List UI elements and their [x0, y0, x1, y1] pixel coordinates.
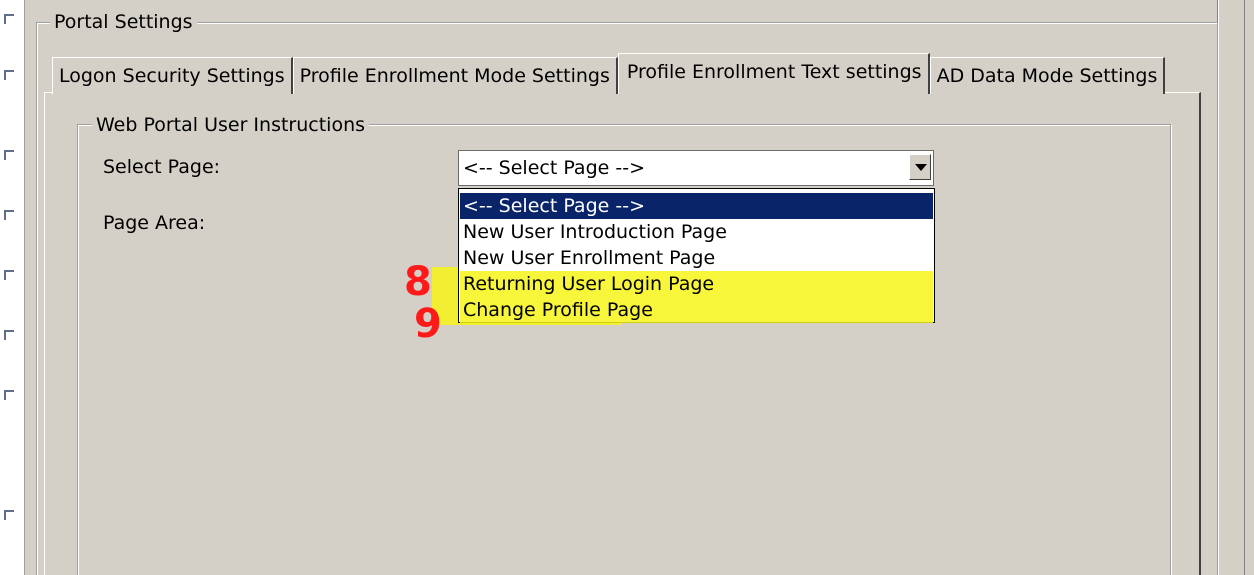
dropdown-button[interactable]: [909, 154, 931, 180]
edge-glyph: [4, 210, 14, 220]
option-change-profile-page[interactable]: Change Profile Page: [460, 297, 933, 323]
divider: [1244, 0, 1245, 575]
left-window-edge: [0, 0, 25, 575]
edge-glyph: [4, 330, 14, 340]
chevron-down-icon: [915, 164, 927, 171]
select-page-value: <-- Select Page -->: [463, 157, 645, 179]
option-new-user-enrollment-page[interactable]: New User Enrollment Page: [460, 245, 933, 271]
tab-logon-security-settings[interactable]: Logon Security Settings: [52, 57, 293, 94]
tab-profile-enrollment-mode-settings[interactable]: Profile Enrollment Mode Settings: [292, 57, 618, 94]
annotation-number-8: 8: [404, 259, 432, 305]
web-portal-user-instructions-title: Web Portal User Instructions: [92, 114, 370, 136]
portal-settings-title: Portal Settings: [50, 11, 197, 33]
edge-glyph: [4, 270, 14, 280]
select-page-dropdown-list: <-- Select Page --> New User Introductio…: [458, 188, 935, 323]
option-select-page[interactable]: <-- Select Page -->: [460, 193, 933, 219]
tab-strip: Logon Security Settings Profile Enrollme…: [52, 53, 1166, 94]
edge-glyph: [4, 14, 14, 24]
annotation-number-9: 9: [414, 301, 442, 347]
edge-glyph: [4, 390, 14, 400]
select-page-combobox[interactable]: <-- Select Page -->: [458, 150, 934, 186]
edge-glyph: [4, 510, 14, 520]
tab-ad-data-mode-settings[interactable]: AD Data Mode Settings: [929, 57, 1166, 94]
page-area-label: Page Area:: [103, 212, 206, 234]
select-page-label: Select Page:: [103, 156, 221, 178]
divider: [1218, 0, 1219, 575]
edge-glyph: [4, 70, 14, 80]
option-new-user-introduction-page[interactable]: New User Introduction Page: [460, 219, 933, 245]
right-window-edge: [1212, 0, 1254, 575]
tab-profile-enrollment-text-settings[interactable]: Profile Enrollment Text settings: [617, 53, 930, 94]
edge-glyph: [4, 150, 14, 160]
option-returning-user-login-page[interactable]: Returning User Login Page: [460, 271, 933, 297]
window: Portal Settings Logon Security Settings …: [0, 0, 1254, 575]
